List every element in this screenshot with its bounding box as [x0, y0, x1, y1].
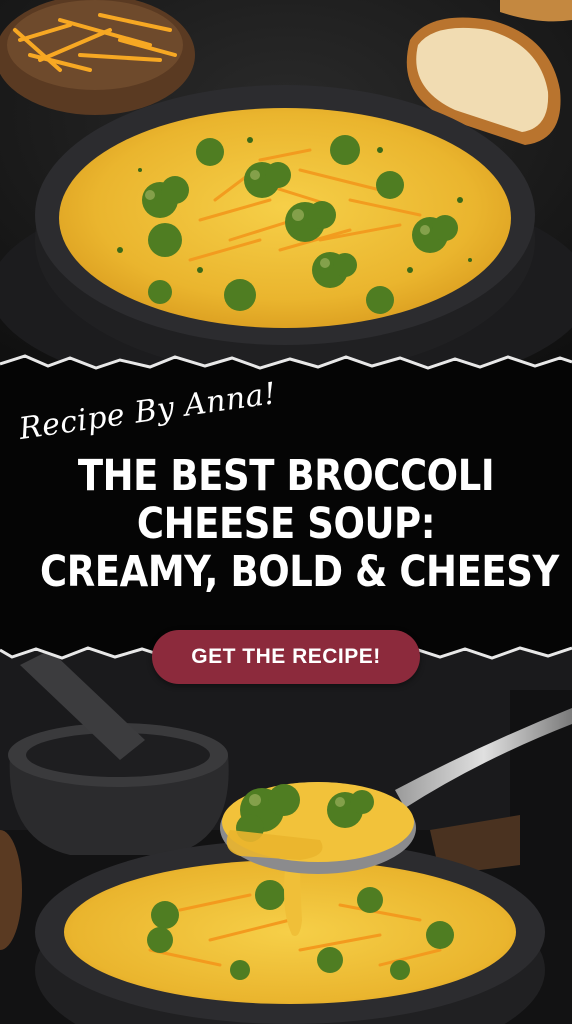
headline-line-2: CHEESE SOUP: — [136, 499, 436, 549]
bottom-soup-spoon-photo — [0, 650, 572, 1024]
get-recipe-button[interactable]: GET THE RECIPE! — [152, 630, 420, 684]
top-soup-photo — [0, 0, 572, 380]
headline-line-1: THE BEST BROCCOLI — [77, 451, 495, 501]
recipe-headline: THE BEST BROCCOLI CHEESE SOUP: CREAMY, B… — [40, 451, 559, 597]
headline-line-3: CREAMY, BOLD & CHEESY — [40, 547, 559, 597]
recipe-pin: Recipe By Anna! THE BEST BROCCOLI CHEESE… — [0, 0, 572, 1024]
